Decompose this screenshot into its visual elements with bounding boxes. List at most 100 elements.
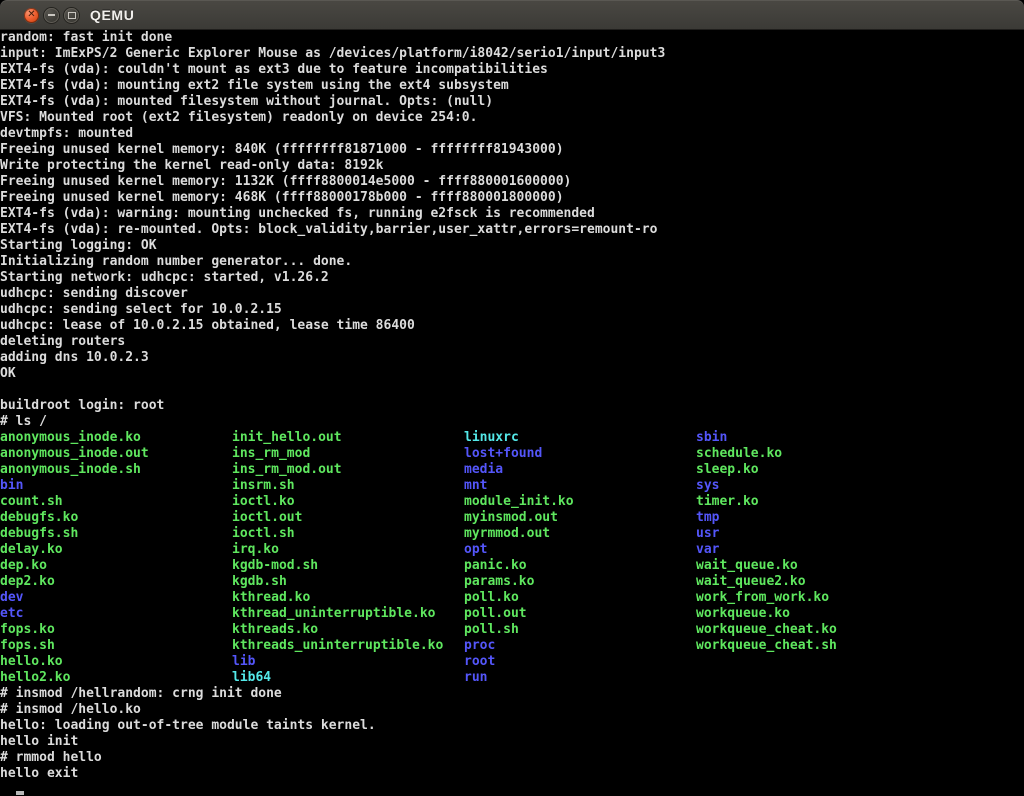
- file-entry: schedule.ko: [696, 446, 782, 462]
- terminal-line: EXT4-fs (vda): mounting ext2 file system…: [0, 78, 1024, 94]
- file-entry: init_hello.out: [232, 430, 342, 446]
- file-entry: dep2.ko: [0, 574, 55, 590]
- file-entry: poll.out: [464, 606, 527, 622]
- file-entry: anonymous_inode.sh: [0, 462, 141, 478]
- file-entry: ins_rm_mod: [232, 446, 310, 462]
- ls-row: devkthread.kopoll.kowork_from_work.ko: [0, 590, 1024, 606]
- terminal-line: udhcpc: sending discover: [0, 286, 1024, 302]
- file-entry: workqueue_cheat.ko: [696, 622, 837, 638]
- file-entry: poll.ko: [464, 590, 519, 606]
- ls-output: anonymous_inode.ko init_hello.out linuxrc s…: [0, 430, 1024, 686]
- ls-row: delay.koirq.kooptvar: [0, 542, 1024, 558]
- terminal-line: input: ImExPS/2 Generic Explorer Mouse a…: [0, 46, 1024, 62]
- terminal-cursor: [16, 791, 24, 795]
- file-entry: workqueue_cheat.sh: [696, 638, 837, 654]
- file-entry: ioctl.sh: [232, 526, 295, 542]
- terminal-line: adding dns 10.0.2.3: [0, 350, 1024, 366]
- file-entry: kthreads.ko: [232, 622, 318, 638]
- dir-entry: lost+found: [464, 446, 542, 462]
- terminal-line: Freeing unused kernel memory: 468K (ffff…: [0, 190, 1024, 206]
- dir-entry: usr: [696, 526, 719, 542]
- terminal-line: EXT4-fs (vda): re-mounted. Opts: block_v…: [0, 222, 1024, 238]
- file-entry: dep.ko: [0, 558, 47, 574]
- window-title: QEMU: [90, 7, 134, 23]
- terminal-line: Initializing random number generator... …: [0, 254, 1024, 270]
- file-entry: myrmmod.out: [464, 526, 550, 542]
- file-entry: wait_queue.ko: [696, 558, 798, 574]
- command-log: # insmod /hellrandom: crng init done# in…: [0, 686, 1024, 782]
- ls-row: hello.kolibroot: [0, 654, 1024, 670]
- file-entry: kthreads_uninterruptible.ko: [232, 638, 443, 654]
- ls-row: dep2.kokgdb.shparams.kowait_queue2.ko: [0, 574, 1024, 590]
- file-entry: params.ko: [464, 574, 534, 590]
- file-entry: debugfs.ko: [0, 510, 78, 526]
- terminal-line: Freeing unused kernel memory: 840K (ffff…: [0, 142, 1024, 158]
- boot-log: random: fast init doneinput: ImExPS/2 Ge…: [0, 30, 1024, 430]
- terminal-line: Starting network: udhcpc: started, v1.26…: [0, 270, 1024, 286]
- terminal-line: # ls /: [0, 414, 1024, 430]
- file-entry: wait_queue2.ko: [696, 574, 806, 590]
- file-entry: ioctl.ko: [232, 494, 295, 510]
- terminal-line: EXT4-fs (vda): couldn't mount as ext3 du…: [0, 62, 1024, 78]
- dir-entry: sbin: [696, 430, 727, 446]
- file-entry: kthread.ko: [232, 590, 310, 606]
- minimize-icon: [48, 14, 55, 16]
- file-entry: insrm.sh: [232, 478, 295, 494]
- qemu-window: ✕ QEMU random: fast init doneinput: ImEx…: [0, 0, 1024, 796]
- terminal-line: EXT4-fs (vda): warning: mounting uncheck…: [0, 206, 1024, 222]
- terminal-line: hello: loading out-of-tree module taints…: [0, 718, 1024, 734]
- ls-row: debugfs.koioctl.outmyinsmod.outtmp: [0, 510, 1024, 526]
- file-entry: ioctl.out: [232, 510, 302, 526]
- maximize-icon: [68, 12, 76, 19]
- terminal-line: udhcpc: sending select for 10.0.2.15: [0, 302, 1024, 318]
- terminal-line: # insmod /hellrandom: crng init done: [0, 686, 1024, 702]
- file-entry: debugfs.sh: [0, 526, 78, 542]
- file-entry: delay.ko: [0, 542, 63, 558]
- file-entry: poll.sh: [464, 622, 519, 638]
- prompt-line: #: [0, 782, 1024, 796]
- file-entry: fops.ko: [0, 622, 55, 638]
- terminal-line: devtmpfs: mounted: [0, 126, 1024, 142]
- dir-entry: run: [464, 670, 487, 686]
- terminal-line: Starting logging: OK: [0, 238, 1024, 254]
- ls-row: fops.ko kthreads.ko poll.sh workqueue_cheat…: [0, 622, 1024, 638]
- dir-entry: proc: [464, 638, 495, 654]
- terminal-screen[interactable]: random: fast init doneinput: ImExPS/2 Ge…: [0, 30, 1024, 796]
- terminal-line: random: fast init done: [0, 30, 1024, 46]
- ls-row: fops.shkthreads_uninterruptible.koprocwo…: [0, 638, 1024, 654]
- terminal-line: [0, 382, 1024, 398]
- close-icon: ✕: [27, 10, 35, 20]
- dir-entry: opt: [464, 542, 487, 558]
- ls-row: etckthread_uninterruptible.kopoll.outwor…: [0, 606, 1024, 622]
- window-controls: ✕: [0, 8, 79, 23]
- file-entry: workqueue.ko: [696, 606, 790, 622]
- terminal-line: # insmod /hello.ko: [0, 702, 1024, 718]
- terminal-line: hello exit: [0, 766, 1024, 782]
- file-entry: sleep.ko: [696, 462, 759, 478]
- ls-row: count.shioctl.komodule_init.kotimer.ko: [0, 494, 1024, 510]
- file-entry: anonymous_inode.ko: [0, 430, 141, 446]
- terminal-line: buildroot login: root: [0, 398, 1024, 414]
- terminal-line: Freeing unused kernel memory: 1132K (fff…: [0, 174, 1024, 190]
- symlink-entry: lib64: [232, 670, 271, 686]
- dir-entry: tmp: [696, 510, 719, 526]
- file-entry: module_init.ko: [464, 494, 574, 510]
- file-entry: panic.ko: [464, 558, 527, 574]
- ls-row: bininsrm.shmntsys: [0, 478, 1024, 494]
- file-entry: kgdb-mod.sh: [232, 558, 318, 574]
- close-button[interactable]: ✕: [24, 8, 39, 23]
- dir-entry: mnt: [464, 478, 487, 494]
- maximize-button[interactable]: [64, 8, 79, 23]
- dir-entry: var: [696, 542, 719, 558]
- symlink-entry: linuxrc: [464, 430, 519, 446]
- terminal-line: OK: [0, 366, 1024, 382]
- ls-row: debugfs.sh ioctl.sh myrmmod.out usr: [0, 526, 1024, 542]
- terminal-line: Write protecting the kernel read-only da…: [0, 158, 1024, 174]
- file-entry: hello2.ko: [0, 670, 70, 686]
- window-titlebar[interactable]: ✕ QEMU: [0, 0, 1024, 30]
- minimize-button[interactable]: [44, 8, 59, 23]
- ls-row: hello2.ko lib64 run: [0, 670, 1024, 686]
- terminal-line: EXT4-fs (vda): mounted filesystem withou…: [0, 94, 1024, 110]
- terminal-line: # rmmod hello: [0, 750, 1024, 766]
- terminal-line: deleting routers: [0, 334, 1024, 350]
